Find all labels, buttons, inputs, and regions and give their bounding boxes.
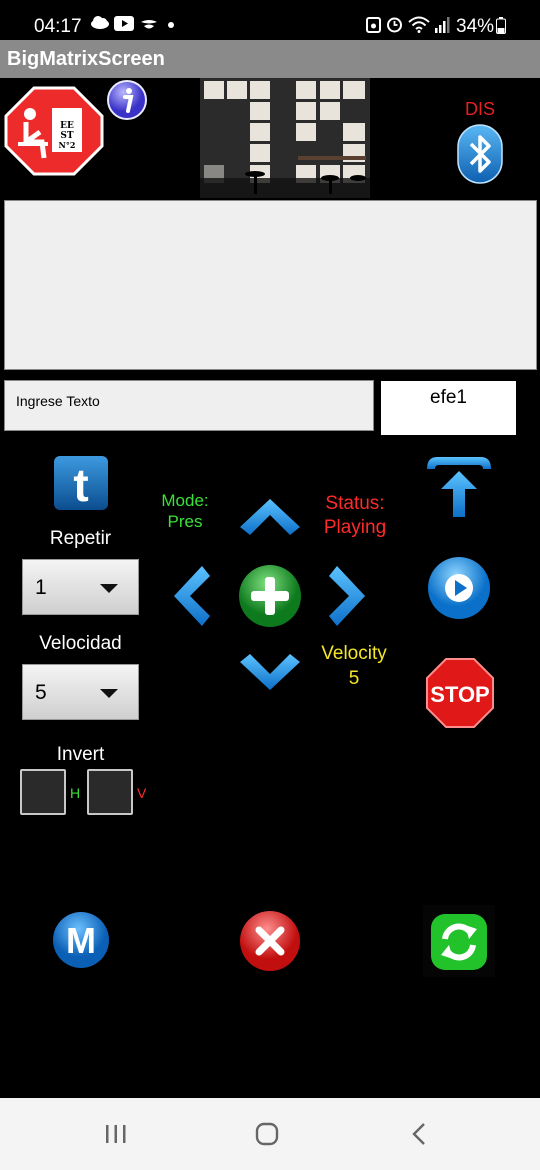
refresh-icon xyxy=(431,914,487,970)
invert-v-label: V xyxy=(137,785,147,801)
signal-icon xyxy=(434,16,450,39)
bluetooth-icon xyxy=(457,124,503,184)
velocity-label: Velocity xyxy=(321,643,387,664)
invert-h-checkbox[interactable] xyxy=(20,769,66,815)
alarm-icon xyxy=(386,16,403,39)
svg-text:N°2: N°2 xyxy=(59,140,76,150)
message-text-area[interactable] xyxy=(4,200,537,370)
menu-m-button[interactable]: M xyxy=(52,911,110,969)
down-button[interactable] xyxy=(236,650,304,694)
close-icon xyxy=(240,911,300,971)
mode-indicator: Mode: Pres xyxy=(150,490,220,532)
mode-label: Mode: xyxy=(161,491,209,510)
m-icon: M xyxy=(53,912,109,968)
refresh-button[interactable] xyxy=(423,905,495,977)
velocity-indicator: Velocity 5 xyxy=(304,641,404,691)
stop-text: STOP xyxy=(430,682,490,707)
wifi-icon xyxy=(408,16,430,39)
school-logo: EE ST N°2 xyxy=(4,86,104,176)
chevron-left-icon xyxy=(174,566,210,626)
close-button[interactable] xyxy=(239,910,301,972)
velocidad-label: Velocidad xyxy=(39,633,122,654)
add-button[interactable] xyxy=(237,563,303,629)
chevron-down-icon xyxy=(240,654,300,690)
matrix-preview-image xyxy=(200,78,370,198)
chevron-up-icon xyxy=(240,499,300,535)
velocidad-value: 5 xyxy=(35,681,47,704)
text-mode-button[interactable]: t xyxy=(53,455,109,511)
right-button[interactable] xyxy=(325,562,369,630)
device-name-box[interactable]: efe1 xyxy=(381,381,516,435)
invert-label: Invert xyxy=(56,744,105,765)
back-icon[interactable] xyxy=(408,1122,432,1151)
svg-text:EE: EE xyxy=(60,121,74,131)
t-letter: t xyxy=(73,459,88,511)
repetir-select[interactable]: 1 xyxy=(22,559,139,615)
recent-apps-icon[interactable] xyxy=(104,1122,128,1151)
invert-h-label: H xyxy=(70,785,81,801)
chevron-down-icon xyxy=(100,584,118,593)
velocidad-select[interactable]: 5 xyxy=(22,664,139,720)
cloud-icon xyxy=(90,14,110,36)
status-bar: 04:17 34% xyxy=(0,0,540,40)
play-button[interactable] xyxy=(427,556,491,620)
bluetooth-button[interactable] xyxy=(457,124,503,184)
bird-icon xyxy=(140,16,158,38)
mode-value: Pres xyxy=(167,512,203,531)
clock: 04:17 xyxy=(34,16,82,37)
notification-dot-icon xyxy=(168,22,174,28)
arrow-up-bar-icon xyxy=(427,457,491,517)
info-button[interactable] xyxy=(106,79,148,121)
repetir-value: 1 xyxy=(35,576,47,599)
t-icon: t xyxy=(54,456,108,511)
up-button[interactable] xyxy=(236,495,304,539)
text-input[interactable]: Ingrese Texto xyxy=(4,380,374,431)
repetir-label: Repetir xyxy=(49,528,112,549)
save-icon xyxy=(366,17,381,39)
invert-v-checkbox[interactable] xyxy=(87,769,133,815)
stop-icon: STOP xyxy=(426,658,494,728)
chevron-right-icon xyxy=(329,566,365,626)
info-icon xyxy=(107,80,147,120)
system-navigation-bar xyxy=(0,1098,540,1170)
home-icon[interactable] xyxy=(255,1122,279,1151)
battery-icon xyxy=(496,17,506,40)
battery-text: 34% xyxy=(456,16,495,37)
stop-button[interactable]: STOP xyxy=(425,657,495,729)
youtube-icon xyxy=(114,15,134,37)
status-value: Playing xyxy=(323,517,387,538)
status-indicator: Status: Playing xyxy=(310,492,400,540)
scroll-top-button[interactable] xyxy=(425,453,493,519)
app-title: BigMatrixScreen xyxy=(7,48,165,70)
chevron-down-icon xyxy=(100,689,118,698)
status-label: Status: xyxy=(325,493,385,514)
play-icon xyxy=(428,557,490,619)
m-letter: M xyxy=(66,920,96,961)
connection-status-label: DIS xyxy=(464,99,495,119)
plus-icon xyxy=(239,565,301,627)
app-title-bar: BigMatrixScreen xyxy=(0,40,540,78)
velocity-value: 5 xyxy=(348,668,360,689)
left-button[interactable] xyxy=(170,562,214,630)
